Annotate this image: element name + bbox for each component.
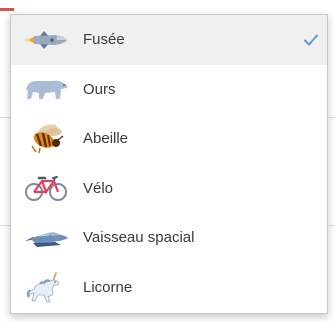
dropdown-option-label: Fusée: [83, 31, 125, 49]
bear-icon: [23, 69, 69, 109]
rocket-icon: [23, 20, 69, 60]
dropdown-option-vaisseau-spacial[interactable]: Vaisseau spacial: [11, 213, 327, 263]
dropdown-option-label: Vaisseau spacial: [83, 229, 195, 247]
dropdown-option-label: Vélo: [83, 179, 114, 197]
background-divider: [329, 117, 335, 118]
bicycle-icon: [23, 168, 69, 208]
dropdown-option-label: Abeille: [83, 130, 129, 148]
unicorn-icon: [23, 267, 69, 307]
background-divider: [0, 117, 10, 118]
background-divider: [0, 225, 10, 226]
dropdown-option-velo[interactable]: Vélo: [11, 164, 327, 214]
dropdown-option-label: Ours: [83, 80, 116, 98]
dropdown-option-abeille[interactable]: Abeille: [11, 114, 327, 164]
dropdown-menu: Fusée Ours Abeille Vélo Vaisseau spacial…: [10, 14, 328, 314]
background-divider: [329, 225, 335, 226]
background-accent-bar: [0, 8, 14, 11]
dropdown-option-ours[interactable]: Ours: [11, 65, 327, 115]
checkmark-icon: [303, 33, 319, 47]
page-background: Fusée Ours Abeille Vélo Vaisseau spacial…: [0, 0, 335, 322]
dropdown-option-fusee[interactable]: Fusée: [11, 15, 327, 65]
spaceship-icon: [23, 218, 69, 258]
bee-icon: [23, 119, 69, 159]
dropdown-option-label: Licorne: [83, 278, 133, 296]
dropdown-option-licorne[interactable]: Licorne: [11, 263, 327, 313]
